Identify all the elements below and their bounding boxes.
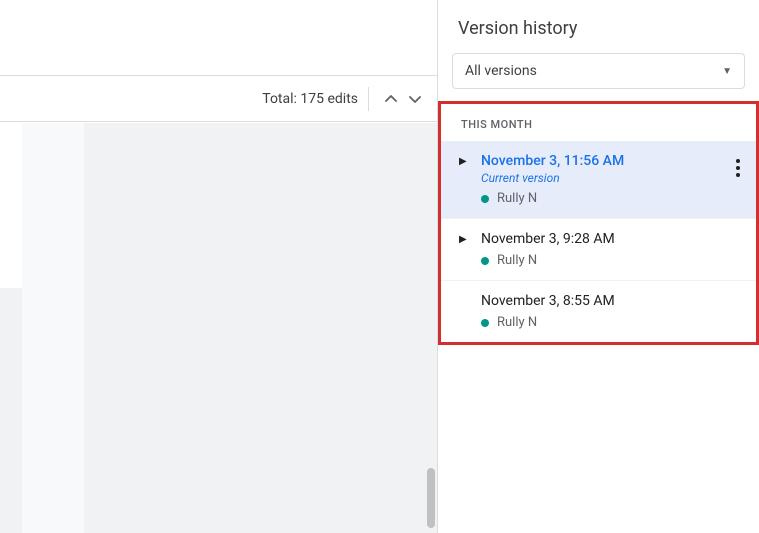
dropdown-selected-label: All versions: [465, 63, 537, 79]
expand-arrow-icon[interactable]: ▶: [459, 234, 475, 245]
section-header-this-month: THIS MONTH: [441, 104, 756, 141]
editor-row: Rully N: [481, 253, 742, 268]
version-item[interactable]: ▶ November 3, 9:28 AM Rully N: [441, 219, 756, 281]
current-version-label: Current version: [481, 171, 742, 185]
vertical-divider: [368, 87, 369, 111]
editor-name: Rully N: [497, 315, 537, 330]
editor-color-dot: [481, 319, 489, 327]
top-blank-area: [0, 0, 437, 76]
version-item-current[interactable]: ▶ November 3, 11:56 AM Current version R…: [441, 141, 756, 219]
editor-name: Rully N: [497, 253, 537, 268]
version-timestamp: November 3, 8:55 AM: [481, 293, 615, 309]
left-gutter: [0, 123, 22, 288]
version-history-panel: Version history All versions ▼ THIS MONT…: [437, 0, 759, 533]
editor-row: Rully N: [481, 315, 742, 330]
editor-color-dot: [481, 195, 489, 203]
panel-title: Version history: [438, 0, 759, 53]
previous-edit-button[interactable]: [379, 87, 403, 111]
line-gutter: [22, 123, 84, 533]
version-timestamp: November 3, 9:28 AM: [481, 231, 615, 247]
version-row-header: ▶ November 3, 9:28 AM: [459, 231, 742, 247]
edits-info-bar: Total: 175 edits: [0, 76, 437, 122]
version-more-menu[interactable]: [732, 155, 744, 181]
version-filter-dropdown[interactable]: All versions ▼: [452, 53, 745, 89]
vertical-scrollbar[interactable]: [427, 468, 435, 528]
editor-color-dot: [481, 257, 489, 265]
version-timestamp: November 3, 11:56 AM: [481, 153, 624, 169]
dot-icon: [736, 166, 740, 170]
dot-icon: [736, 173, 740, 177]
version-item[interactable]: ▶ November 3, 8:55 AM Rully N: [441, 281, 756, 342]
total-edits-label: Total: 175 edits: [262, 91, 358, 107]
dropdown-caret-icon: ▼: [722, 66, 732, 77]
dot-icon: [736, 159, 740, 163]
document-body: [84, 123, 427, 533]
version-row-header: ▶ November 3, 8:55 AM: [459, 293, 742, 309]
chevron-down-icon: [409, 93, 421, 105]
next-edit-button[interactable]: [403, 87, 427, 111]
editor-row: Rully N: [481, 191, 742, 206]
annotation-highlight: THIS MONTH ▶ November 3, 11:56 AM Curren…: [438, 101, 759, 345]
document-preview-pane: Total: 175 edits: [0, 0, 437, 533]
document-canvas: [0, 123, 437, 533]
version-row-header: ▶ November 3, 11:56 AM: [459, 153, 742, 169]
expand-arrow-icon[interactable]: ▶: [459, 156, 475, 167]
editor-name: Rully N: [497, 191, 537, 206]
chevron-up-icon: [385, 93, 397, 105]
